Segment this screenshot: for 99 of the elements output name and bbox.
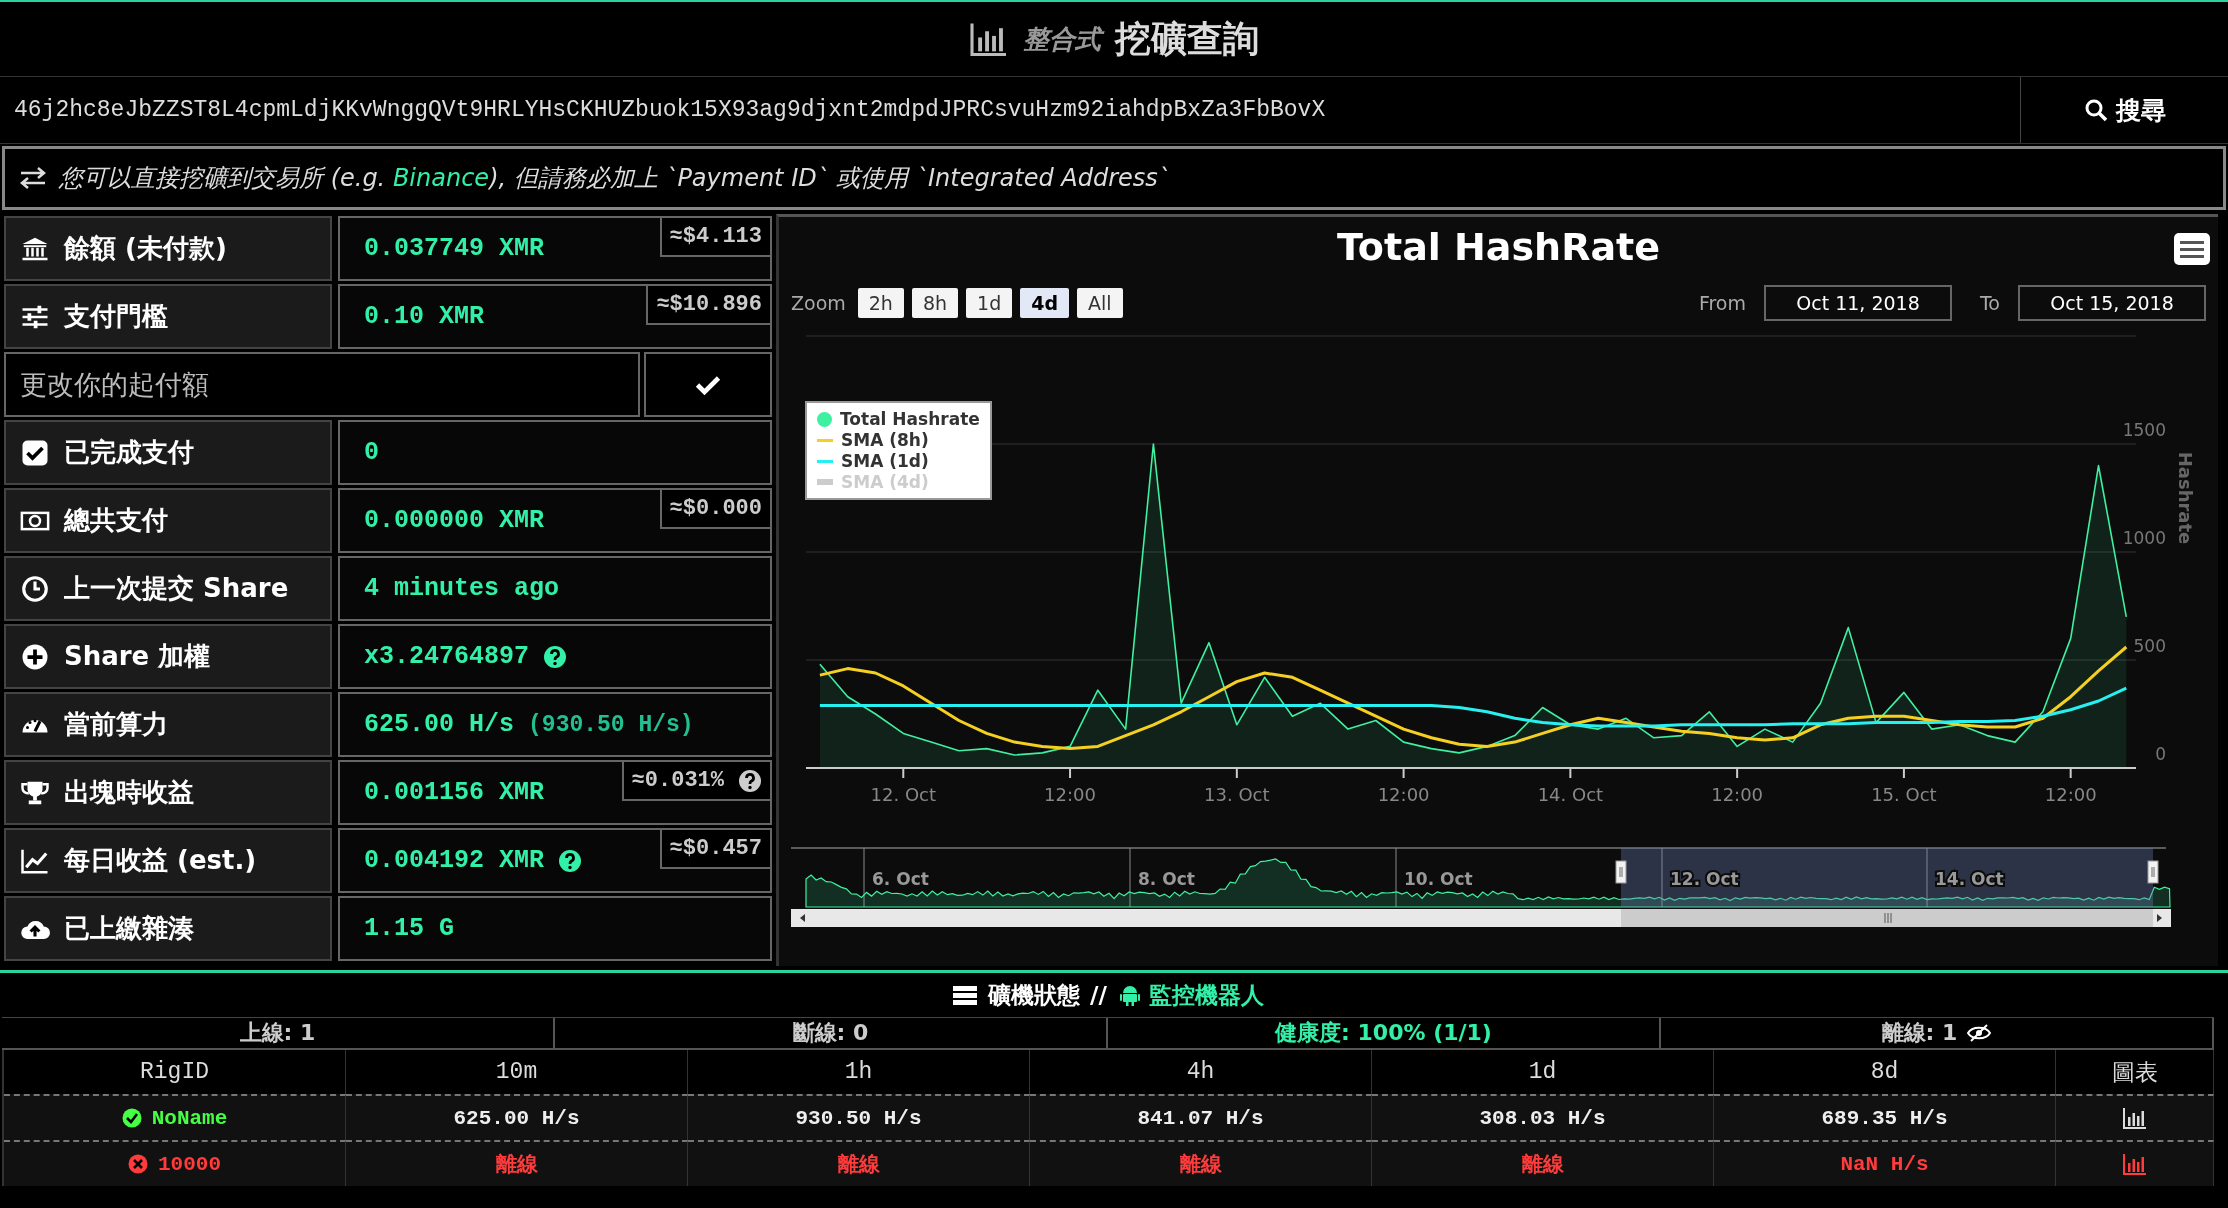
legend-label[interactable]: Total Hashrate (840, 409, 980, 429)
offline-count: 離線: 1 (1881, 1019, 1958, 1047)
stat-value: x3.24764897 (364, 642, 530, 671)
rig-name: 10000 (158, 1152, 221, 1176)
bar-chart-icon (969, 22, 1009, 56)
stat-label: 已上繳雜湊 (64, 912, 194, 945)
range-button[interactable]: 4d (1020, 288, 1070, 318)
rigs-title: 礦機狀態 (988, 980, 1081, 1010)
health-status: 健康度: 100% (1/1) (1275, 1019, 1492, 1047)
legend-marker (817, 438, 833, 442)
range-button[interactable]: 2h (857, 288, 904, 318)
navigator-handle[interactable] (2147, 860, 2159, 884)
x-tick-label: 14. Oct (1537, 784, 1604, 805)
help-icon[interactable] (543, 644, 568, 669)
stat-value: 0.004192 XMR (364, 846, 545, 875)
to-label: To (1980, 292, 2000, 314)
navigator-label: 14. Oct (1935, 869, 2004, 889)
y-tick-label: 500 (2133, 636, 2166, 656)
table-cell: 930.50 H/s (795, 1106, 922, 1130)
stat-value: 1.15 G (364, 914, 454, 943)
x-tick-label: 15. Oct (1871, 784, 1937, 805)
monitor-bot-link[interactable]: 監控機器人 (1116, 979, 1264, 1011)
stat-value: 0.10 XMR (364, 302, 485, 331)
rig-count: 斷線: 0 (792, 1019, 869, 1047)
eye-slash-icon[interactable] (1967, 1024, 1992, 1042)
to-date-field[interactable]: Oct 15, 2018 (2018, 285, 2206, 321)
stat-value: 625.00 H/s (364, 710, 515, 739)
y-tick-label: 1500 (2122, 420, 2166, 440)
stat-value: 0 (364, 438, 379, 467)
navigator-label: 8. Oct (1138, 869, 1195, 889)
x-tick-label: 12. Oct (870, 784, 937, 805)
navigator-label: 6. Oct (872, 869, 929, 889)
table-cell-text: 離線 (1179, 1152, 1222, 1178)
legend-marker (817, 411, 832, 427)
stat-label: 總共支付 (64, 504, 168, 537)
stat-label: 支付門檻 (64, 300, 168, 333)
x-tick-label: 12:00 (1377, 784, 1430, 805)
table-cell-text: 離線 (495, 1152, 538, 1178)
server-icon (952, 984, 979, 1006)
stat-value: 0.037749 XMR (364, 234, 545, 263)
estimate-text: ≈0.031% (631, 768, 724, 793)
confirm-button[interactable] (644, 352, 772, 417)
stat-label: Share 加權 (64, 640, 211, 673)
x-tick-label: 12:00 (1711, 784, 1764, 805)
search-icon (2083, 98, 2108, 122)
stat-value: 0.001156 XMR (364, 778, 545, 807)
rig-count: 上線: 1 (239, 1019, 316, 1047)
table-cell: 689.35 H/s (1821, 1106, 1948, 1130)
from-date-field[interactable]: Oct 11, 2018 (1764, 285, 1952, 321)
stat-label: 已完成支付 (64, 436, 194, 469)
range-button[interactable]: 1d (966, 288, 1013, 318)
range-button[interactable]: 8h (911, 288, 959, 318)
navigator-handle[interactable] (1615, 860, 1627, 884)
help-icon[interactable] (558, 848, 583, 873)
stat-value: 4 minutes ago (364, 574, 560, 603)
legend-label[interactable]: SMA (8h) (841, 430, 929, 450)
estimate-text: ≈$4.113 (669, 224, 762, 249)
y-axis-title: Hashrate (2175, 451, 2196, 545)
table-cell: 625.00 H/s (453, 1106, 580, 1130)
stat-label: 每日收益 (est.) (64, 844, 257, 877)
check-circle-icon (121, 1108, 142, 1128)
clock-icon (20, 573, 50, 604)
help-icon[interactable] (738, 768, 762, 793)
table-cell: NaN H/s (1840, 1152, 1929, 1176)
menu-button[interactable] (2174, 233, 2210, 265)
legend-marker (817, 459, 833, 463)
title-separator: // (1090, 982, 1107, 1008)
range-button[interactable]: All (1077, 288, 1123, 318)
table-cell: 841.07 H/s (1137, 1106, 1264, 1130)
estimate-text: ≈$0.000 (669, 496, 762, 521)
zoom-label: Zoom (791, 292, 846, 314)
x-tick-label: 13. Oct (1204, 784, 1270, 805)
x-tick-label: 12:00 (2044, 784, 2097, 805)
stat-value: 0.000000 XMR (364, 506, 545, 535)
stat-label: 餘額 (未付款) (64, 232, 227, 265)
estimate-text: ≈$10.896 (656, 292, 762, 317)
table-cell-text: 離線 (1521, 1152, 1564, 1178)
chart-title: Total HashRate (1337, 225, 1660, 269)
table-cell: 308.03 H/s (1479, 1106, 1606, 1130)
navigator-label: 10. Oct (1404, 869, 1473, 889)
scrollbar[interactable] (791, 909, 2171, 927)
table-cell-text: 離線 (837, 1152, 880, 1178)
threshold-input[interactable]: 更改你的起付額 (4, 352, 640, 417)
exchange-arrows-icon (19, 167, 47, 189)
from-label: From (1698, 292, 1746, 314)
page-title: 挖礦查詢 (1115, 16, 1259, 61)
x-tick-label: 12:00 (1044, 784, 1096, 805)
y-tick-label: 1000 (2122, 528, 2166, 548)
x-circle-icon (128, 1154, 148, 1174)
rig-name: NoName (151, 1106, 228, 1130)
notice-text: 您可以直接挖礦到交易所 (e.g. Binance), 但請務必加上 `Payment ID` 或使用 `Integrated Address` (59, 163, 1170, 194)
stat-label: 當前算力 (64, 708, 168, 741)
y-tick-label: 0 (2155, 744, 2166, 764)
legend-label[interactable]: SMA (1d) (841, 451, 929, 471)
stat-sub-value: (930.50 H/s) (528, 711, 694, 738)
stat-label: 上一次提交 Share (64, 572, 289, 605)
navigator-label: 12. Oct (1670, 869, 1739, 889)
estimate-text: ≈$0.457 (669, 836, 762, 861)
stat-label: 出塊時收益 (64, 776, 194, 809)
